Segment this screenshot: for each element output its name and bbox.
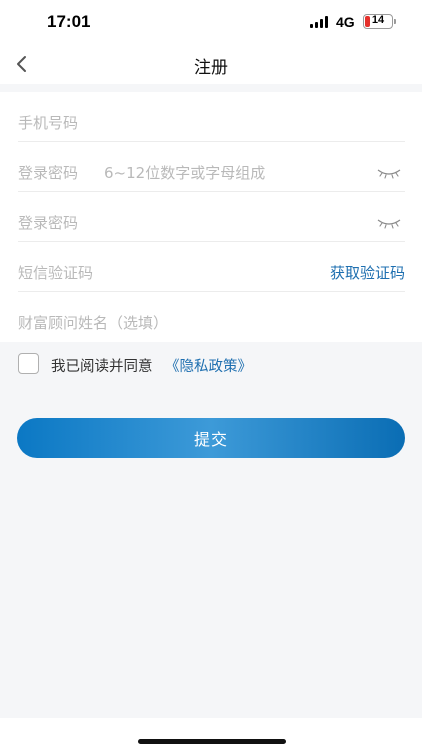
submit-button[interactable]: 提交: [17, 418, 405, 458]
network-type: 4G: [336, 14, 355, 30]
eye-closed-icon[interactable]: [377, 217, 401, 229]
password-hint: 6~12位数字或字母组成: [104, 164, 266, 182]
sms-code-label: 短信验证码: [18, 264, 94, 282]
status-time: 17:01: [47, 12, 91, 31]
get-sms-code-button[interactable]: 获取验证码: [330, 262, 405, 283]
advisor-name-field[interactable]: 财富顾问姓名（选填）: [18, 292, 405, 342]
register-form: 手机号码 登录密码 6~12位数字或字母组成 登录密码 短信验证码 获取验证码 …: [0, 92, 422, 342]
sms-code-field[interactable]: 短信验证码 获取验证码: [18, 242, 405, 292]
home-indicator[interactable]: [138, 739, 286, 744]
password-field[interactable]: 登录密码 6~12位数字或字母组成: [18, 142, 405, 192]
bottom-safe-area: [0, 718, 422, 750]
status-bar: 17:01 4G 14: [0, 0, 422, 44]
privacy-policy-link[interactable]: 《隐私政策》: [165, 355, 252, 376]
battery-tip: [394, 19, 396, 24]
password-label: 登录密码: [18, 164, 79, 182]
page-title: 注册: [194, 58, 228, 78]
agreement-checkbox[interactable]: [18, 353, 39, 374]
battery-icon: 14: [363, 14, 393, 29]
battery-level: 14: [371, 14, 385, 26]
eye-closed-icon[interactable]: [377, 167, 401, 179]
phone-placeholder: 手机号码: [18, 114, 79, 132]
nav-bar: 注册: [0, 44, 422, 84]
agreement-row: 我已阅读并同意 《隐私政策》: [18, 353, 408, 375]
password-confirm-field[interactable]: 登录密码: [18, 192, 405, 242]
phone-field[interactable]: 手机号码: [18, 92, 405, 142]
cellular-signal-icon: [310, 16, 329, 28]
submit-label: 提交: [193, 430, 228, 449]
password-confirm-label: 登录密码: [18, 214, 79, 232]
agreement-text: 我已阅读并同意: [51, 359, 153, 375]
advisor-name-label: 财富顾问姓名（选填）: [18, 314, 169, 332]
